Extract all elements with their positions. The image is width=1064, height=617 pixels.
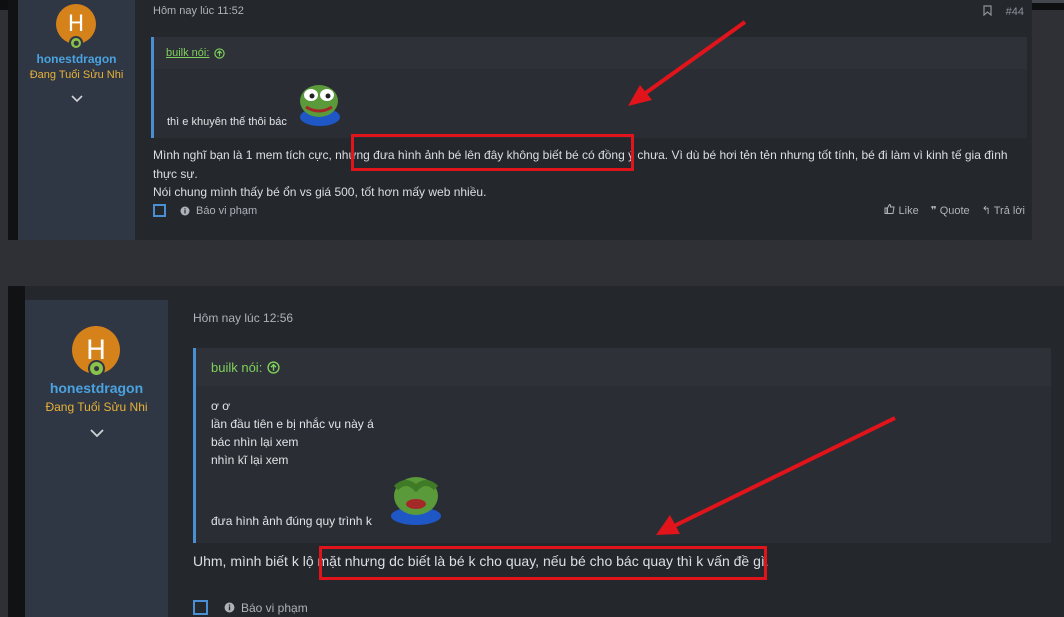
post-44: H honestdragon Đang Tuổi Sửu Nhi Hôm nay… xyxy=(8,0,1032,240)
user-panel: H honestdragon Đang Tuổi Sửu Nhi xyxy=(25,300,168,617)
quote-label: Quote xyxy=(939,205,970,217)
select-checkbox[interactable] xyxy=(193,600,208,615)
post-actions: Báo vi phạm xyxy=(153,204,257,217)
quote-author[interactable]: builk nói: xyxy=(211,360,262,375)
quote-button[interactable]: ❞ Quote xyxy=(931,204,970,217)
user-panel: H honestdragon Đang Tuổi Sửu Nhi xyxy=(18,0,135,240)
quote-line: lần đầu tiên e bị nhắc vụ này á xyxy=(211,417,374,431)
chevron-down-icon[interactable] xyxy=(18,90,135,108)
post-meta-right: #44 xyxy=(983,5,1024,19)
quote-icon: ❞ xyxy=(930,205,937,217)
quote-author[interactable]: builk nói: xyxy=(166,47,209,59)
like-icon xyxy=(884,203,896,214)
info-icon xyxy=(224,602,235,613)
username[interactable]: honestdragon xyxy=(18,52,135,66)
quote-line: ơ ơ xyxy=(211,399,231,413)
quote-line: bác nhìn lại xem xyxy=(211,435,299,449)
post-actions: Báo vi phạm xyxy=(193,600,308,615)
like-label: Like xyxy=(898,205,919,217)
pepe-emoji xyxy=(300,85,340,126)
post-time[interactable]: Hôm nay lúc 12:56 xyxy=(193,311,293,325)
quote-header[interactable]: builk nói: xyxy=(196,348,1051,386)
select-checkbox[interactable] xyxy=(153,204,166,217)
post-time[interactable]: Hôm nay lúc 11:52 xyxy=(153,5,244,17)
username[interactable]: honestdragon xyxy=(25,380,168,396)
quote-block: builk nói: thì e khuyên thế thôi bác xyxy=(151,37,1027,138)
reply-label: Trả lời xyxy=(993,205,1025,217)
bookmark-icon[interactable] xyxy=(983,5,992,19)
post-number[interactable]: #44 xyxy=(1006,6,1024,18)
up-circle-icon[interactable] xyxy=(214,47,226,59)
online-status-icon xyxy=(69,36,83,50)
user-title: Đang Tuổi Sửu Nhi xyxy=(29,69,124,81)
up-circle-icon[interactable] xyxy=(267,360,280,374)
post-right-actions: Like ❞ Quote ↰ Trả lời xyxy=(884,203,1025,217)
quote-line: thì e khuyên thế thôi bác xyxy=(167,116,287,128)
post-body-line: Nói chung mình thấy bé ổn vs giá 500, tố… xyxy=(153,185,487,200)
highlight-box xyxy=(319,546,767,580)
quote-line: đưa hình ảnh đúng quy trình k xyxy=(211,514,372,528)
chevron-down-icon[interactable] xyxy=(25,425,168,443)
avatar-letter: H xyxy=(67,11,85,37)
reply-button[interactable]: ↰ Trả lời xyxy=(982,204,1025,217)
like-button[interactable]: Like xyxy=(884,203,919,217)
highlight-box xyxy=(351,134,634,171)
user-title: Đang Tuổi Sửu Nhi xyxy=(45,400,148,414)
report-link[interactable]: Báo vi phạm xyxy=(241,601,308,615)
quote-header[interactable]: builk nói: xyxy=(154,37,1027,69)
quote-block: builk nói: ơ ơ lần đầu tiên e bị nhắc vụ… xyxy=(193,348,1051,543)
quote-line: nhìn kĩ lại xem xyxy=(211,453,289,467)
report-link[interactable]: Báo vi phạm xyxy=(196,205,257,217)
info-icon xyxy=(180,206,190,215)
reply-icon: ↰ xyxy=(981,205,991,217)
pepe-emoji xyxy=(391,477,441,525)
online-status-icon xyxy=(88,360,105,377)
